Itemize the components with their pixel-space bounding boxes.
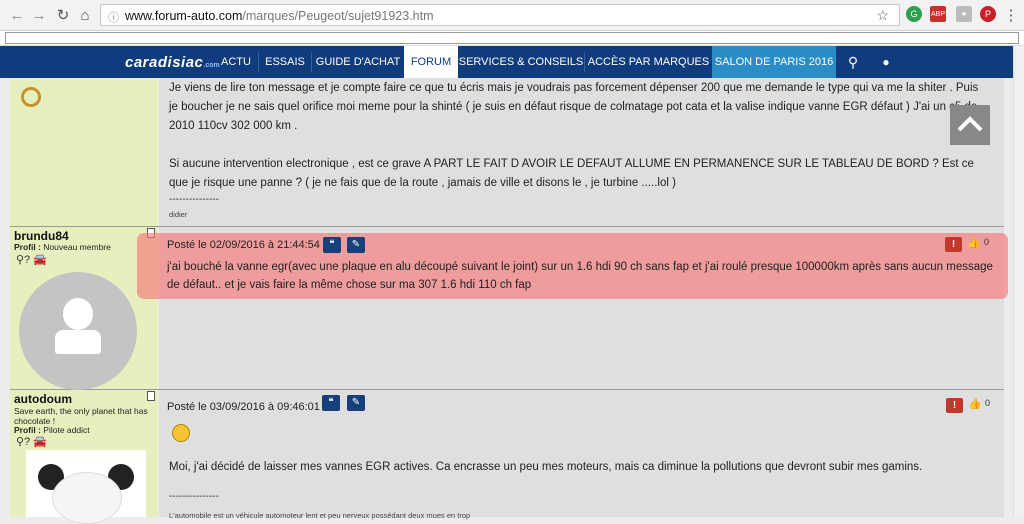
profile-label: Profil :	[14, 425, 41, 435]
author-column	[10, 78, 158, 226]
member-card-icon[interactable]	[147, 391, 155, 401]
message-body: j'ai bouché la vanne egr(avec une plaque…	[167, 258, 993, 294]
member-question-icon[interactable]: ⚲?	[16, 436, 30, 448]
message-line: Moi, j'ai décidé de laisser mes vannes E…	[169, 461, 923, 473]
author-motto: Save earth, the only planet that has cho…	[14, 406, 148, 426]
site-search-strip	[0, 31, 1024, 46]
url-domain: www.forum-auto.com	[125, 9, 243, 23]
car-icon[interactable]: 🚘	[33, 436, 47, 448]
member-question-icon[interactable]: ⚲?	[16, 254, 30, 266]
laurel-badge-icon	[21, 87, 41, 107]
nav-item-guide-achat[interactable]: GUIDE D'ACHAT	[312, 46, 404, 78]
avatar[interactable]	[19, 272, 137, 390]
message-line	[169, 136, 978, 155]
like-count: 0	[985, 398, 991, 408]
author-profile: Profil : Nouveau membre	[14, 242, 111, 252]
like-count: 0	[984, 237, 990, 247]
message-line: je boucher je ne sais quel orifice moi m…	[169, 101, 978, 113]
extension-grammar-icon[interactable]: G	[906, 6, 922, 22]
thumbs-up-icon[interactable]: 👍	[967, 236, 981, 249]
avatar-head	[63, 298, 93, 330]
quote-button[interactable]: ❝	[323, 237, 341, 253]
message-column: Je viens de lire ton message et je compt…	[159, 78, 1004, 226]
signature-text: L'automobile est un véhicule automoteur …	[169, 511, 471, 520]
quote-button[interactable]: ❝	[322, 395, 340, 411]
signature-text: didier	[169, 210, 188, 219]
back-icon[interactable]: ←	[6, 4, 28, 26]
page-scrollbar[interactable]	[1013, 46, 1024, 517]
post-date: Posté le 02/09/2016 à 21:44:54	[167, 239, 320, 251]
profile-value: Nouveau membre	[43, 242, 111, 252]
message-line: Je viens de lire ton message et je compt…	[169, 82, 979, 94]
post-date: Posté le 03/09/2016 à 09:46:01	[167, 401, 320, 413]
forward-icon[interactable]: →	[28, 4, 50, 26]
report-alert-button[interactable]: !	[945, 237, 962, 252]
smiley-icon	[172, 424, 190, 442]
nav-item-forum[interactable]: FORUM	[404, 46, 458, 78]
forum-post: autodoum Save earth, the only planet tha…	[10, 390, 1004, 524]
bookmark-star-icon[interactable]: ☆	[876, 7, 889, 24]
contact-icons: ⚲? 🚘	[16, 435, 47, 448]
highlighted-message: Posté le 02/09/2016 à 21:44:54 ❝ ✎ ! 👍 0…	[159, 233, 999, 299]
url-path: /marques/Peugeot/sujet91923.htm	[242, 9, 434, 23]
message-body: Moi, j'ai décidé de laisser mes vannes E…	[169, 458, 922, 477]
message-body: Je viens de lire ton message et je compt…	[169, 79, 978, 193]
address-bar[interactable]: ⓘ www.forum-auto.com/marques/Peugeot/suj…	[100, 4, 900, 26]
user-account-icon[interactable]: ●	[870, 46, 902, 78]
reload-icon[interactable]: ↻	[52, 4, 74, 26]
signature-separator: ---------------	[169, 491, 219, 502]
pinterest-icon[interactable]: P	[980, 6, 996, 22]
caradisiac-logo[interactable]: caradisiac.com	[125, 54, 220, 71]
message-line: de défaut.. et je vais faire la même cho…	[167, 279, 532, 291]
message-column: Posté le 03/09/2016 à 09:46:01 ❝ ✎ ! 👍 0…	[159, 390, 1004, 520]
adblock-icon[interactable]: ABP	[930, 6, 946, 22]
message-line: j'ai bouché la vanne egr(avec une plaque…	[167, 261, 993, 273]
logo-text: caradisiac	[125, 54, 204, 71]
browser-toolbar: ← → ↻ ⌂ ⓘ www.forum-auto.com/marques/Peu…	[0, 0, 1024, 31]
car-icon[interactable]: 🚘	[33, 254, 47, 266]
message-line: Si aucune intervention electronique , es…	[169, 158, 974, 170]
panda-face-icon	[52, 472, 122, 524]
author-profile: Profil : Pilote addict	[14, 425, 90, 435]
site-search-field[interactable]	[5, 32, 1019, 44]
search-icon[interactable]: ⚲	[836, 46, 870, 78]
reply-button[interactable]: ✎	[347, 395, 365, 411]
forum-post-previous: Je viens de lire ton message et je compt…	[10, 78, 1004, 227]
nav-item-services-conseils[interactable]: SERVICES & CONSEILS	[458, 46, 584, 78]
author-column: autodoum Save earth, the only planet tha…	[10, 390, 158, 524]
message-line: 2010 110cv 302 000 km .	[169, 120, 298, 132]
profile-value: Pilote addict	[43, 425, 90, 435]
chevron-up-icon	[957, 116, 983, 132]
author-username[interactable]: autodoum	[14, 392, 72, 406]
site-navigation: caradisiac.com ACTU ESSAIS GUIDE D'ACHAT…	[0, 46, 1024, 78]
nav-item-essais[interactable]: ESSAIS	[259, 46, 311, 78]
home-icon[interactable]: ⌂	[74, 4, 96, 26]
reply-button[interactable]: ✎	[347, 237, 365, 253]
profile-label: Profil :	[14, 242, 41, 252]
avatar-body	[55, 330, 101, 354]
page-info-icon[interactable]: ⓘ	[108, 9, 119, 25]
contact-icons: ⚲? 🚘	[16, 253, 47, 266]
thumbs-up-icon[interactable]: 👍	[968, 397, 982, 410]
signature-separator: ---------------	[169, 194, 219, 205]
avatar[interactable]	[26, 450, 146, 524]
nav-item-actu[interactable]: ACTU	[214, 46, 258, 78]
message-line: que je risque une panne ? ( je ne fais q…	[169, 177, 676, 189]
nav-item-salon-paris[interactable]: SALON DE PARIS 2016	[712, 46, 836, 78]
back-to-top-button[interactable]	[950, 105, 990, 145]
menu-kebab-icon[interactable]: ⋮	[1000, 4, 1022, 26]
nav-item-acces-marques[interactable]: ACCÈS PAR MARQUES	[585, 46, 712, 78]
extension-puzzle-icon[interactable]: ✦	[956, 6, 972, 22]
author-username[interactable]: brundu84	[14, 229, 69, 243]
report-alert-button[interactable]: !	[946, 398, 963, 413]
